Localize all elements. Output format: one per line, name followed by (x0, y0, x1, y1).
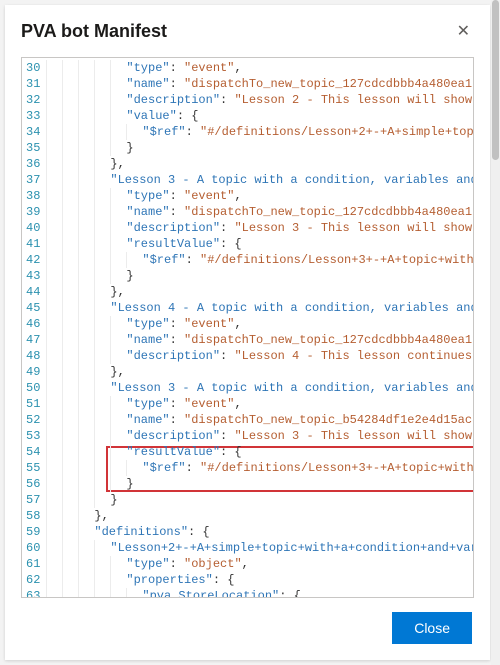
code-line[interactable]: } (46, 492, 473, 508)
dialog-title: PVA bot Manifest (21, 21, 167, 42)
line-number: 37 (26, 172, 40, 188)
code-line[interactable]: } (46, 476, 473, 492)
code-line[interactable]: "definitions": { (46, 524, 473, 540)
code-line[interactable]: "value": { (46, 108, 473, 124)
line-number: 55 (26, 460, 40, 476)
line-number: 32 (26, 92, 40, 108)
code-line[interactable]: "Lesson+2+-+A+simple+topic+with+a+condit… (46, 540, 473, 556)
line-number: 46 (26, 316, 40, 332)
line-number-gutter: 3031323334353637383940414243444546474849… (22, 58, 46, 597)
code-line[interactable]: "type": "event", (46, 396, 473, 412)
line-number: 54 (26, 444, 40, 460)
code-line[interactable]: "name": "dispatchTo_new_topic_b54284df1e… (46, 412, 473, 428)
line-number: 34 (26, 124, 40, 140)
close-icon[interactable]: ✕ (453, 17, 474, 45)
line-number: 57 (26, 492, 40, 508)
code-line[interactable]: "Lesson 4 - A topic with a condition, va… (46, 300, 473, 316)
line-number: 63 (26, 588, 40, 597)
code-line[interactable]: "description": "Lesson 2 - This lesson w… (46, 92, 473, 108)
line-number: 52 (26, 412, 40, 428)
line-number: 43 (26, 268, 40, 284)
code-line[interactable]: "type": "object", (46, 556, 473, 572)
line-number: 53 (26, 428, 40, 444)
code-line[interactable]: "description": "Lesson 3 - This lesson w… (46, 428, 473, 444)
code-line[interactable]: "Lesson 3 - A topic with a condition, va… (46, 172, 473, 188)
code-line[interactable]: "$ref": "#/definitions/Lesson+2+-+A+simp… (46, 124, 473, 140)
code-line[interactable]: "name": "dispatchTo_new_topic_127cdcdbbb… (46, 204, 473, 220)
dialog-pva-manifest: PVA bot Manifest ✕ 303132333435363738394… (5, 5, 490, 660)
dialog-header: PVA bot Manifest ✕ (5, 5, 490, 53)
code-line[interactable]: }, (46, 284, 473, 300)
code-line[interactable]: "type": "event", (46, 316, 473, 332)
line-number: 60 (26, 540, 40, 556)
line-number: 59 (26, 524, 40, 540)
code-line[interactable]: "name": "dispatchTo_new_topic_127cdcdbbb… (46, 76, 473, 92)
code-viewer: 3031323334353637383940414243444546474849… (21, 57, 474, 598)
code-line[interactable]: "$ref": "#/definitions/Lesson+3+-+A+topi… (46, 252, 473, 268)
line-number: 50 (26, 380, 40, 396)
line-number: 56 (26, 476, 40, 492)
code-content[interactable]: "type": "event","name": "dispatchTo_new_… (46, 58, 473, 597)
code-line[interactable]: "pva_StoreLocation": { (46, 588, 473, 597)
line-number: 39 (26, 204, 40, 220)
line-number: 35 (26, 140, 40, 156)
page-scrollbar-thumb[interactable] (492, 0, 499, 160)
code-line[interactable]: "name": "dispatchTo_new_topic_127cdcdbbb… (46, 332, 473, 348)
dialog-footer: Close (5, 598, 490, 660)
line-number: 36 (26, 156, 40, 172)
close-button[interactable]: Close (392, 612, 472, 644)
code-line[interactable]: "Lesson 3 - A topic with a condition, va… (46, 380, 473, 396)
page-scrollbar[interactable] (491, 0, 500, 665)
line-number: 49 (26, 364, 40, 380)
line-number: 44 (26, 284, 40, 300)
line-number: 45 (26, 300, 40, 316)
code-line[interactable]: "resultValue": { (46, 236, 473, 252)
code-line[interactable]: }, (46, 508, 473, 524)
line-number: 47 (26, 332, 40, 348)
code-line[interactable]: } (46, 140, 473, 156)
line-number: 58 (26, 508, 40, 524)
line-number: 31 (26, 76, 40, 92)
json-editor[interactable]: 3031323334353637383940414243444546474849… (22, 58, 473, 597)
code-line[interactable]: "description": "Lesson 4 - This lesson c… (46, 348, 473, 364)
code-line[interactable]: "type": "event", (46, 188, 473, 204)
line-number: 61 (26, 556, 40, 572)
line-number: 30 (26, 60, 40, 76)
code-line[interactable]: "resultValue": { (46, 444, 473, 460)
line-number: 51 (26, 396, 40, 412)
code-line[interactable]: }, (46, 156, 473, 172)
line-number: 48 (26, 348, 40, 364)
line-number: 62 (26, 572, 40, 588)
code-line[interactable]: } (46, 268, 473, 284)
code-line[interactable]: }, (46, 364, 473, 380)
line-number: 33 (26, 108, 40, 124)
line-number: 40 (26, 220, 40, 236)
line-number: 41 (26, 236, 40, 252)
line-number: 38 (26, 188, 40, 204)
line-number: 42 (26, 252, 40, 268)
code-line[interactable]: "description": "Lesson 3 - This lesson w… (46, 220, 473, 236)
code-line[interactable]: "properties": { (46, 572, 473, 588)
code-line[interactable]: "$ref": "#/definitions/Lesson+3+-+A+topi… (46, 460, 473, 476)
code-line[interactable]: "type": "event", (46, 60, 473, 76)
